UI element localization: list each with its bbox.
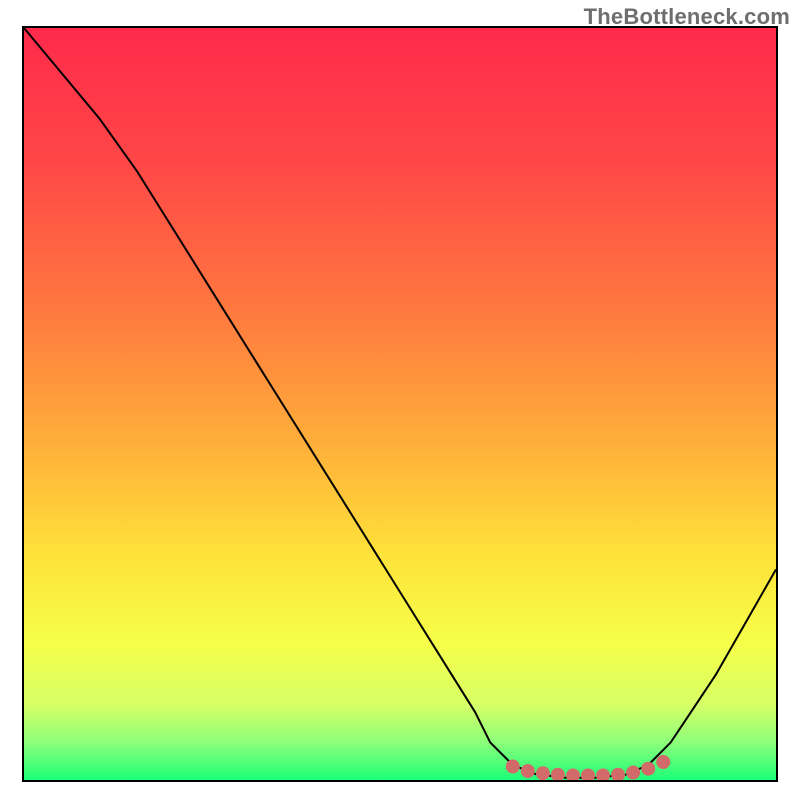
plot-area xyxy=(22,26,778,782)
gradient-background xyxy=(24,28,776,780)
trough-marker-dot xyxy=(641,762,655,776)
watermark-text: TheBottleneck.com xyxy=(584,4,790,30)
trough-marker-dot xyxy=(626,766,640,780)
trough-marker-dot xyxy=(506,760,520,774)
trough-marker-dot xyxy=(521,764,535,778)
trough-marker-dot xyxy=(536,766,550,780)
chart-frame: TheBottleneck.com xyxy=(0,0,800,800)
trough-marker-dot xyxy=(656,755,670,769)
plot-svg xyxy=(24,28,776,780)
